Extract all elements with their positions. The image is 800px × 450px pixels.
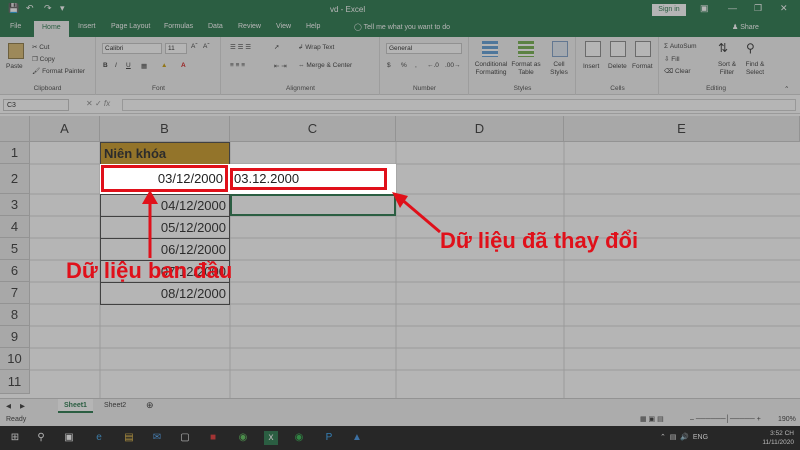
arrow-up-head	[142, 190, 158, 204]
arrow-left-head	[392, 192, 408, 208]
arrow-left-line	[399, 196, 441, 234]
annotation-arrows	[142, 190, 441, 258]
original-data-label: Dữ liệu ban đầu	[66, 258, 233, 283]
changed-data-label: Dữ liệu đã thay đổi	[440, 228, 639, 253]
